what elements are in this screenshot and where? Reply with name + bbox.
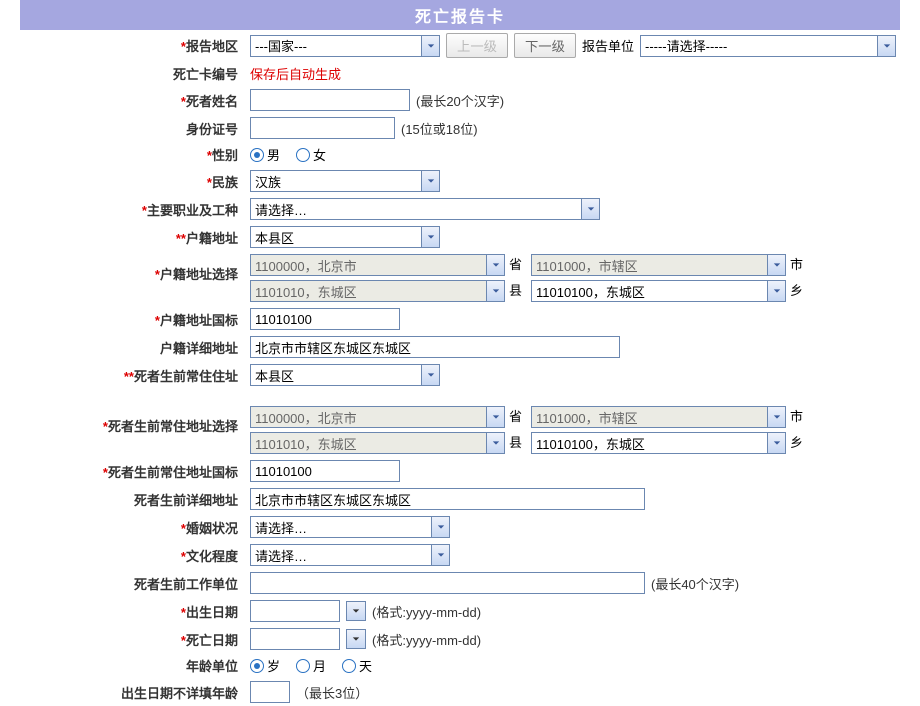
input-res-gb[interactable] xyxy=(250,460,400,482)
label-res-addr: **死者生前常住住址 xyxy=(24,366,244,385)
suffix-res-prov: 省 xyxy=(509,406,527,428)
radio-male[interactable]: 男 xyxy=(250,145,280,164)
chevron-down-icon[interactable] xyxy=(581,199,599,219)
label-edu: *文化程度 xyxy=(24,546,244,565)
select-res-addr[interactable]: 本县区 xyxy=(250,364,440,386)
select-report-unit[interactable]: -----请选择----- xyxy=(640,35,896,57)
radio-age-day[interactable]: 天 xyxy=(342,656,372,675)
chevron-down-icon[interactable] xyxy=(767,433,785,453)
label-res-gb: *死者生前常住地址国标 xyxy=(24,462,244,481)
calendar-icon[interactable] xyxy=(346,629,366,649)
calendar-icon[interactable] xyxy=(346,601,366,621)
input-birthdate[interactable] xyxy=(250,600,340,622)
input-age-unknown[interactable] xyxy=(250,681,290,703)
select-hukou-addr[interactable]: 本县区 xyxy=(250,226,440,248)
radio-age-month[interactable]: 月 xyxy=(296,656,326,675)
select-res-city[interactable]: 1101000，市辖区 xyxy=(531,406,786,428)
label-gender: *性别 xyxy=(24,145,244,164)
select-marital[interactable]: 请选择… xyxy=(250,516,450,538)
select-edu[interactable]: 请选择… xyxy=(250,544,450,566)
select-nation[interactable]: 汉族 xyxy=(250,170,440,192)
label-ageunit: 年龄单位 xyxy=(24,656,244,675)
label-hukou-detail: 户籍详细地址 xyxy=(24,338,244,357)
chevron-down-icon[interactable] xyxy=(421,171,439,191)
select-res-town[interactable]: 11010100，东城区 xyxy=(531,432,786,454)
select-report-region[interactable]: ---国家--- xyxy=(250,35,440,57)
text-card-no-auto: 保存后自动生成 xyxy=(250,64,341,83)
label-report-region: *报告地区 xyxy=(24,36,244,55)
chevron-down-icon[interactable] xyxy=(486,433,504,453)
chevron-down-icon[interactable] xyxy=(767,407,785,427)
select-occupation[interactable]: 请选择… xyxy=(250,198,600,220)
select-hukou-prov[interactable]: 1100000，北京市 xyxy=(250,254,505,276)
btn-prev-level[interactable]: 上一级 xyxy=(446,33,508,58)
form-title: 死亡报告卡 xyxy=(20,0,900,30)
chevron-down-icon[interactable] xyxy=(877,36,895,56)
label-name: *死者姓名 xyxy=(24,91,244,110)
label-card-no: 死亡卡编号 xyxy=(24,64,244,83)
select-hukou-city[interactable]: 1101000，市辖区 xyxy=(531,254,786,276)
label-hukou-gb: *户籍地址国标 xyxy=(24,310,244,329)
radio-female[interactable]: 女 xyxy=(296,145,326,164)
label-occupation: *主要职业及工种 xyxy=(24,200,244,219)
suffix-res-city: 市 xyxy=(790,406,808,428)
chevron-down-icon[interactable] xyxy=(767,255,785,275)
chevron-down-icon[interactable] xyxy=(421,227,439,247)
chevron-down-icon[interactable] xyxy=(431,545,449,565)
label-marital: *婚姻状况 xyxy=(24,518,244,537)
label-res-detail: 死者生前详细地址 xyxy=(24,490,244,509)
hint-age-unknown: （最长3位） xyxy=(296,683,368,702)
suffix-city: 市 xyxy=(790,254,808,276)
chevron-down-icon[interactable] xyxy=(421,365,439,385)
chevron-down-icon[interactable] xyxy=(486,281,504,301)
suffix-res-county: 县 xyxy=(509,432,527,454)
input-res-detail[interactable] xyxy=(250,488,645,510)
input-workunit[interactable] xyxy=(250,572,645,594)
label-hukou-select: *户籍地址选择 xyxy=(24,254,244,283)
label-deathdate: *死亡日期 xyxy=(24,630,244,649)
chevron-down-icon[interactable] xyxy=(486,255,504,275)
select-hukou-county[interactable]: 1101010，东城区 xyxy=(250,280,505,302)
input-hukou-gb[interactable] xyxy=(250,308,400,330)
label-res-select: *死者生前常住地址选择 xyxy=(24,406,244,435)
chevron-down-icon[interactable] xyxy=(421,36,439,56)
label-hukou-addr: **户籍地址 xyxy=(24,228,244,247)
input-hukou-detail[interactable] xyxy=(250,336,620,358)
btn-next-level[interactable]: 下一级 xyxy=(514,33,576,58)
label-nation: *民族 xyxy=(24,172,244,191)
input-idno[interactable] xyxy=(250,117,395,139)
input-deathdate[interactable] xyxy=(250,628,340,650)
input-name[interactable] xyxy=(250,89,410,111)
suffix-town: 乡 xyxy=(790,280,808,302)
hint-idno: (15位或18位) xyxy=(401,119,478,138)
hint-deathdate: (格式:yyyy-mm-dd) xyxy=(372,630,481,649)
suffix-res-town: 乡 xyxy=(790,432,808,454)
hint-name: (最长20个汉字) xyxy=(416,91,504,110)
label-report-unit: 报告单位 xyxy=(582,36,634,55)
suffix-prov: 省 xyxy=(509,254,527,276)
radio-age-year[interactable]: 岁 xyxy=(250,656,280,675)
chevron-down-icon[interactable] xyxy=(486,407,504,427)
chevron-down-icon[interactable] xyxy=(767,281,785,301)
hint-workunit: (最长40个汉字) xyxy=(651,574,739,593)
label-age-unknown: 出生日期不详填年龄 xyxy=(24,683,244,702)
hint-birthdate: (格式:yyyy-mm-dd) xyxy=(372,602,481,621)
label-workunit: 死者生前工作单位 xyxy=(24,574,244,593)
label-birthdate: *出生日期 xyxy=(24,602,244,621)
suffix-county: 县 xyxy=(509,280,527,302)
select-res-county[interactable]: 1101010，东城区 xyxy=(250,432,505,454)
select-res-prov[interactable]: 1100000，北京市 xyxy=(250,406,505,428)
chevron-down-icon[interactable] xyxy=(431,517,449,537)
select-hukou-town[interactable]: 11010100，东城区 xyxy=(531,280,786,302)
label-idno: 身份证号 xyxy=(24,119,244,138)
